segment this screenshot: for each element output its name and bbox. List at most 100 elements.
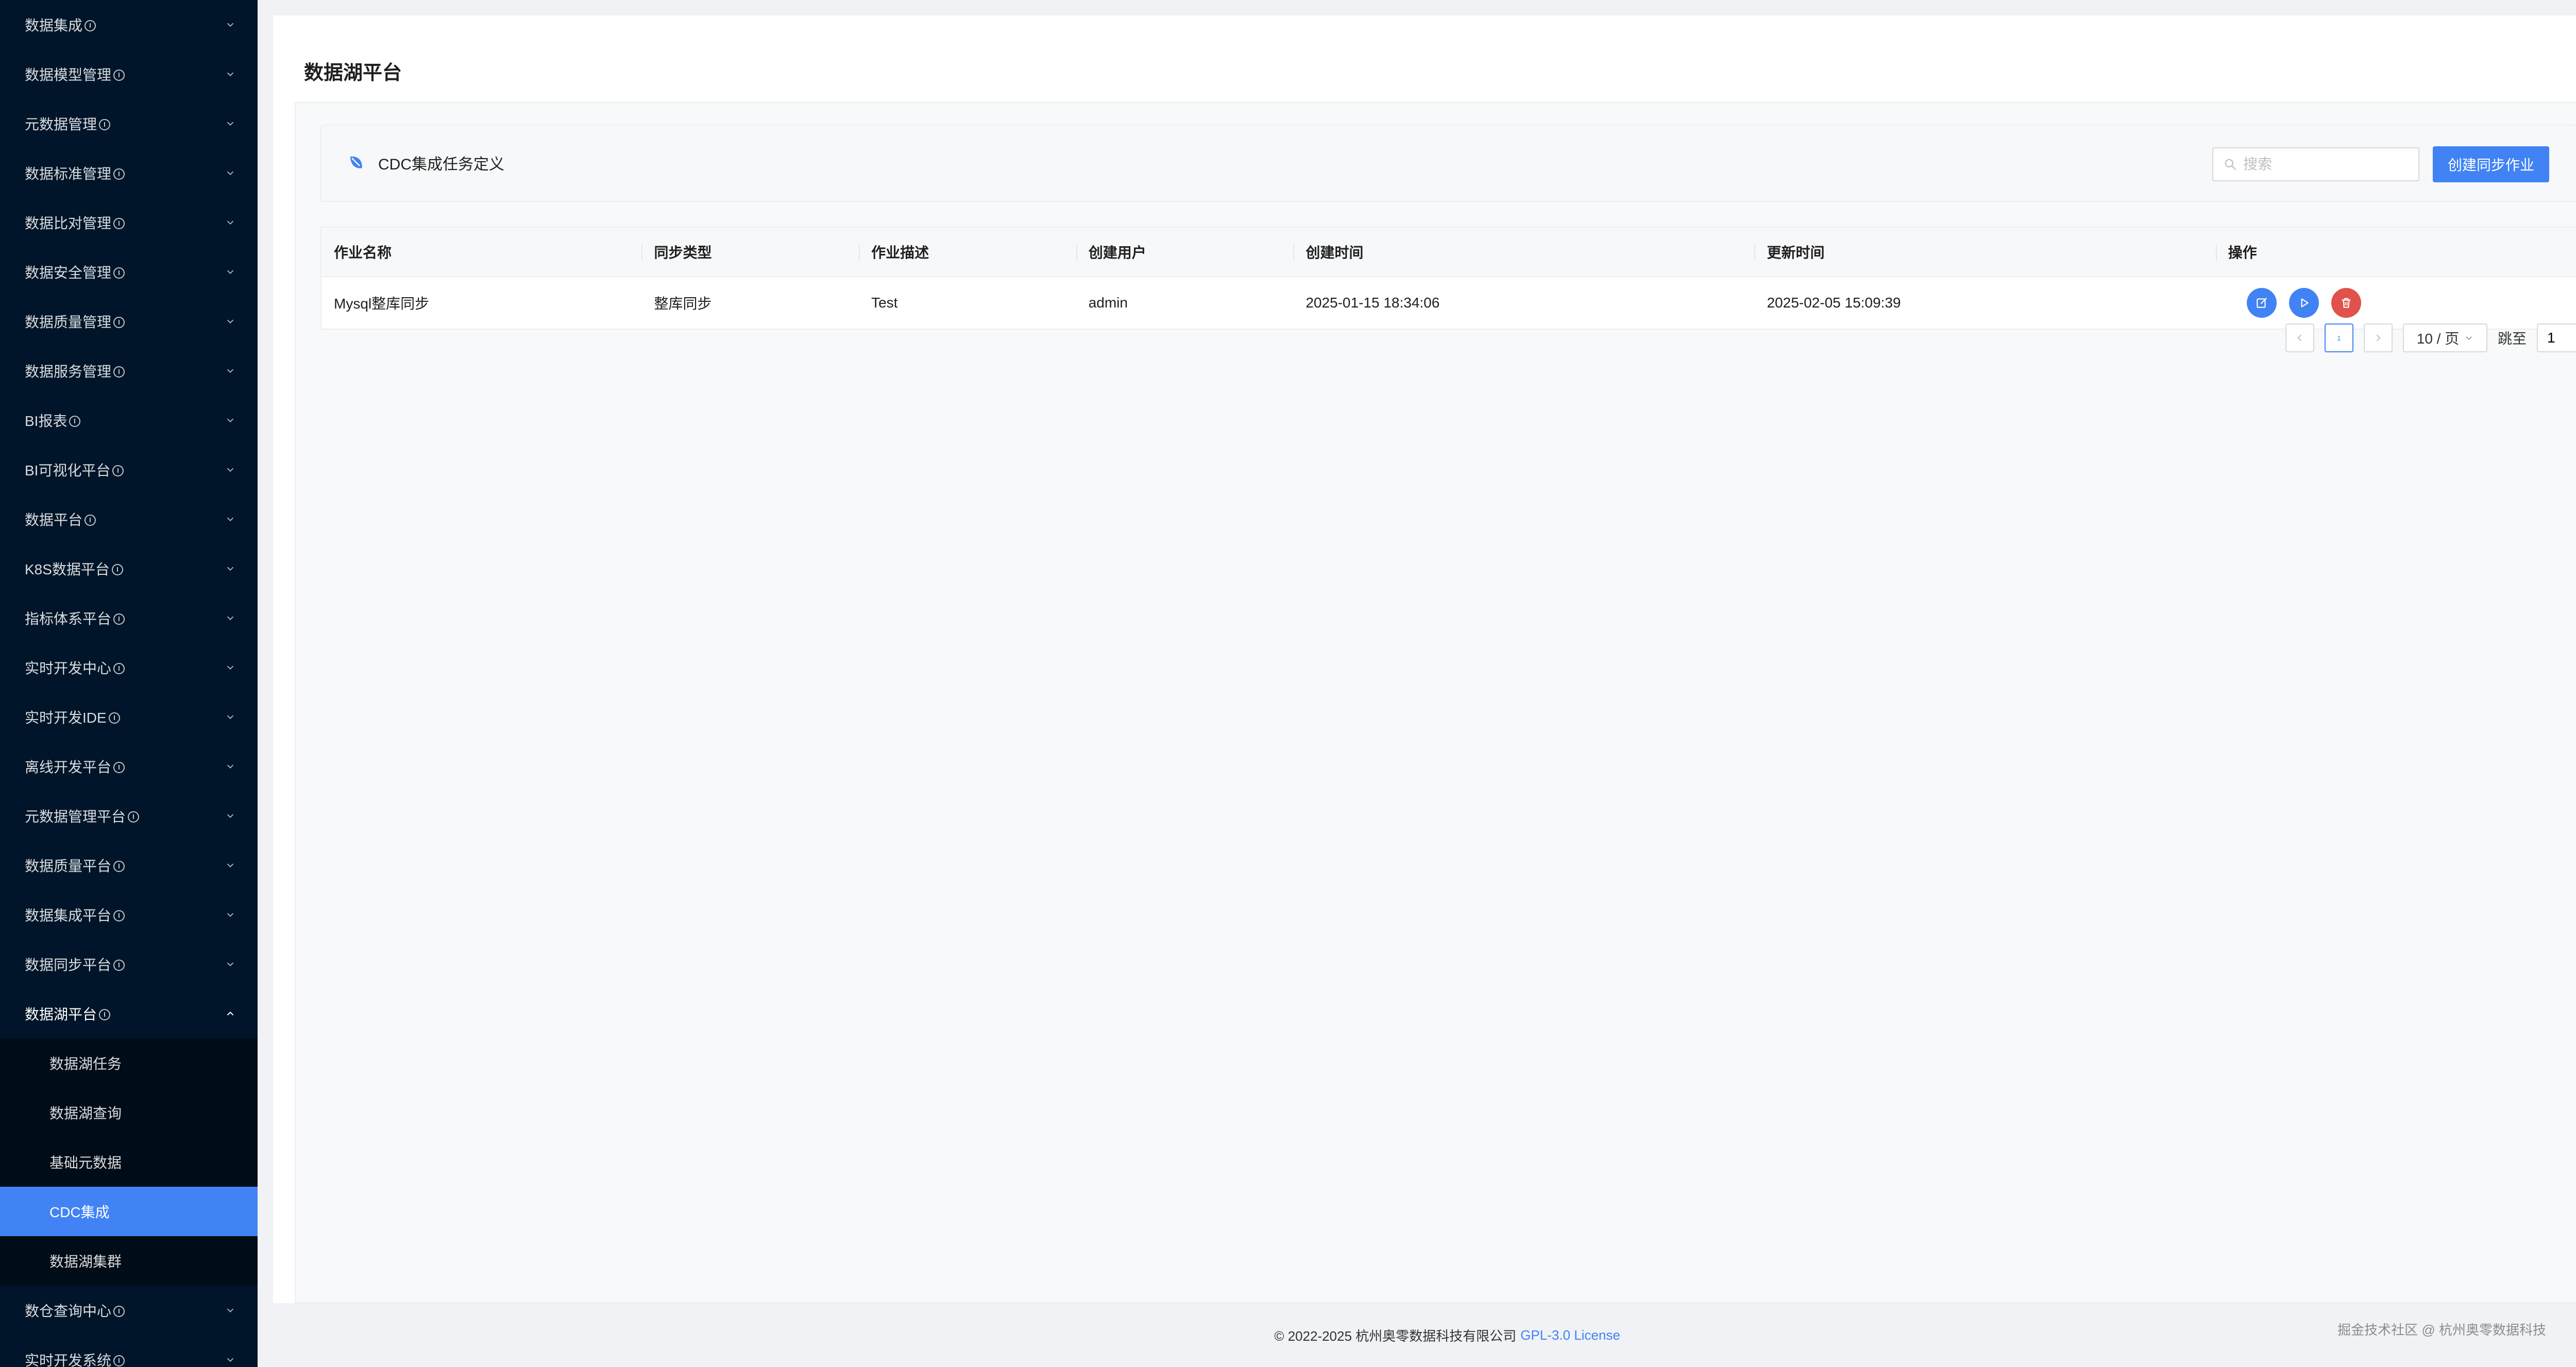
sidebar-menu-item[interactable]: 数据安全管理	[0, 247, 258, 297]
sidebar-menu-item[interactable]: 数据模型管理	[0, 49, 258, 99]
info-circle-icon	[113, 860, 125, 872]
column-header: 作业名称	[334, 245, 392, 261]
sidebar-menu-item[interactable]: 数据标准管理	[0, 148, 258, 198]
sidebar-subitem[interactable]: CDC集成	[0, 1187, 258, 1236]
sidebar-menu-item[interactable]: 数据服务管理	[0, 346, 258, 396]
sidebar-item-label: 离线开发平台	[25, 756, 224, 777]
license-link[interactable]: GPL-3.0 License	[1520, 1327, 1620, 1343]
sidebar-menu-item[interactable]: 数据湖平台	[0, 989, 258, 1038]
sidebar-item-text: 数据质量平台	[25, 858, 112, 874]
prev-page-button[interactable]	[2285, 323, 2314, 352]
sidebar-item-label: 数据同步平台	[25, 954, 224, 975]
info-circle-icon	[113, 69, 125, 81]
sidebar: 数据集成 数据模型管理 元数据管理 数据标准管理 数据比对管理 数据安全管理 数据质量管理数…	[0, 0, 258, 1367]
sidebar-menu-item[interactable]: 数据比对管理	[0, 198, 258, 247]
expand-toggle	[224, 463, 237, 476]
next-page-button[interactable]	[2364, 323, 2393, 352]
chevron-down-icon	[227, 517, 234, 522]
sidebar-menu-item[interactable]: 元数据管理平台	[0, 791, 258, 841]
sidebar-item-label: BI报表	[25, 410, 224, 431]
cell-created-time: 2025-01-15 18:34:06	[1306, 295, 1440, 311]
expand-toggle	[224, 414, 237, 427]
chevron-down-icon	[227, 270, 234, 275]
sidebar-item-text: 数据集成平台	[25, 908, 112, 924]
card-header: CDC集成任务定义 创建同步作业	[320, 125, 2576, 202]
sidebar-menu-item[interactable]: 实时开发系统	[0, 1335, 258, 1367]
edit-button[interactable]	[2246, 288, 2277, 318]
info-circle-icon	[113, 613, 125, 625]
expand-toggle	[224, 958, 237, 971]
chevron-down-icon	[227, 764, 234, 769]
info-circle-icon	[99, 1009, 111, 1020]
page-size-value: 10 / 页	[2416, 331, 2460, 347]
sidebar-menu-item[interactable]: K8S数据平台	[0, 544, 258, 593]
sidebar-menu-item[interactable]: 指标体系平台	[0, 593, 258, 643]
expand-toggle	[224, 117, 237, 130]
sidebar-item-text: 实时开发IDE	[25, 710, 107, 726]
edit-icon	[2256, 298, 2267, 308]
jump-to-page-input[interactable]	[2537, 323, 2576, 352]
sidebar-menu-item[interactable]: 数据平台	[0, 494, 258, 544]
sidebar-item-label: 数据湖平台	[25, 1003, 224, 1024]
sidebar-menu-item[interactable]: 数据同步平台	[0, 939, 258, 989]
sidebar-subitem[interactable]: 数据湖任务	[0, 1038, 258, 1088]
sidebar-subitem[interactable]: 数据湖集群	[0, 1236, 258, 1286]
sidebar-menu-item[interactable]: BI报表	[0, 396, 258, 445]
sidebar-item-label: 数据比对管理	[25, 212, 224, 233]
search-box[interactable]	[2212, 147, 2419, 181]
chevron-down-icon	[227, 369, 234, 373]
sidebar-menu-item[interactable]: 元数据管理	[0, 99, 258, 148]
expand-toggle	[224, 67, 237, 81]
table-row: Mysql整库同步 整库同步 Test admin 2025-01-15 18:…	[321, 277, 2576, 329]
column-header: 作业描述	[859, 228, 1076, 276]
play-icon	[2301, 298, 2309, 307]
sidebar-menu-item[interactable]: 数据集成平台	[0, 890, 258, 939]
chevron-down-icon	[227, 418, 234, 423]
sidebar-menu-item[interactable]: 实时开发中心	[0, 643, 258, 692]
search-input[interactable]	[2242, 156, 2407, 173]
expand-toggle	[224, 512, 237, 526]
job-table: 作业名称 同步类型 作业描述 创建用户 创建时间 更新时间 操作 Mysql整库…	[320, 227, 2576, 330]
chevron-down-icon	[227, 863, 234, 868]
info-circle-icon	[113, 267, 125, 279]
page-size-select[interactable]: 10 / 页	[2403, 323, 2487, 352]
page-1-button[interactable]: 1	[2325, 323, 2353, 352]
sidebar-menu-item[interactable]: 实时开发IDE	[0, 692, 258, 742]
expand-toggle	[224, 1353, 237, 1366]
card-title-text: CDC集成任务定义	[378, 156, 504, 173]
chevron-down-icon	[227, 319, 234, 324]
sidebar-menu-item[interactable]: 离线开发平台	[0, 742, 258, 791]
delete-button[interactable]	[2331, 288, 2361, 318]
sidebar-menu-item[interactable]: BI可视化平台	[0, 445, 258, 494]
search-icon	[2225, 159, 2236, 170]
sidebar-item-text: 元数据管理平台	[25, 809, 126, 825]
sidebar-item-text: BI可视化平台	[25, 463, 111, 479]
info-circle-icon	[113, 168, 125, 180]
column-header: 更新时间	[1754, 228, 2215, 276]
sidebar-menu-item[interactable]: 数仓查询中心	[0, 1286, 258, 1335]
sidebar-item-label: 数仓查询中心	[25, 1300, 224, 1321]
chevron-right-icon	[2376, 334, 2381, 341]
main-content: 数据湖平台 CDC集成任务定义 创建同步作业 作业名称	[273, 15, 2576, 1303]
sidebar-menu-item[interactable]: 数据质量平台	[0, 841, 258, 890]
sidebar-menu-item[interactable]: 数据质量管理	[0, 297, 258, 346]
sidebar-item-text: 实时开发中心	[25, 660, 112, 676]
sidebar-subitem[interactable]: 数据湖查询	[0, 1088, 258, 1137]
sidebar-item-label: 实时开发中心	[25, 657, 224, 678]
sidebar-item-label: 实时开发IDE	[25, 707, 224, 727]
info-circle-icon	[84, 514, 96, 526]
sidebar-subitem[interactable]: 基础元数据	[0, 1137, 258, 1187]
cell-updated-time: 2025-02-05 15:09:39	[1767, 295, 1901, 311]
chevron-down-icon	[227, 171, 234, 176]
chevron-up-icon	[227, 1011, 234, 1016]
cell-description: Test	[871, 295, 898, 311]
info-circle-icon	[113, 1305, 125, 1317]
column-header: 操作	[2215, 228, 2576, 276]
sidebar-item-label: 数据集成平台	[25, 904, 224, 925]
chevron-down-icon	[227, 715, 234, 720]
run-button[interactable]	[2289, 288, 2319, 318]
sidebar-menu-item[interactable]: 数据集成	[0, 0, 258, 49]
sidebar-item-text: 离线开发平台	[25, 759, 112, 775]
create-sync-job-button[interactable]: 创建同步作业	[2433, 146, 2549, 182]
expand-toggle	[224, 859, 237, 872]
